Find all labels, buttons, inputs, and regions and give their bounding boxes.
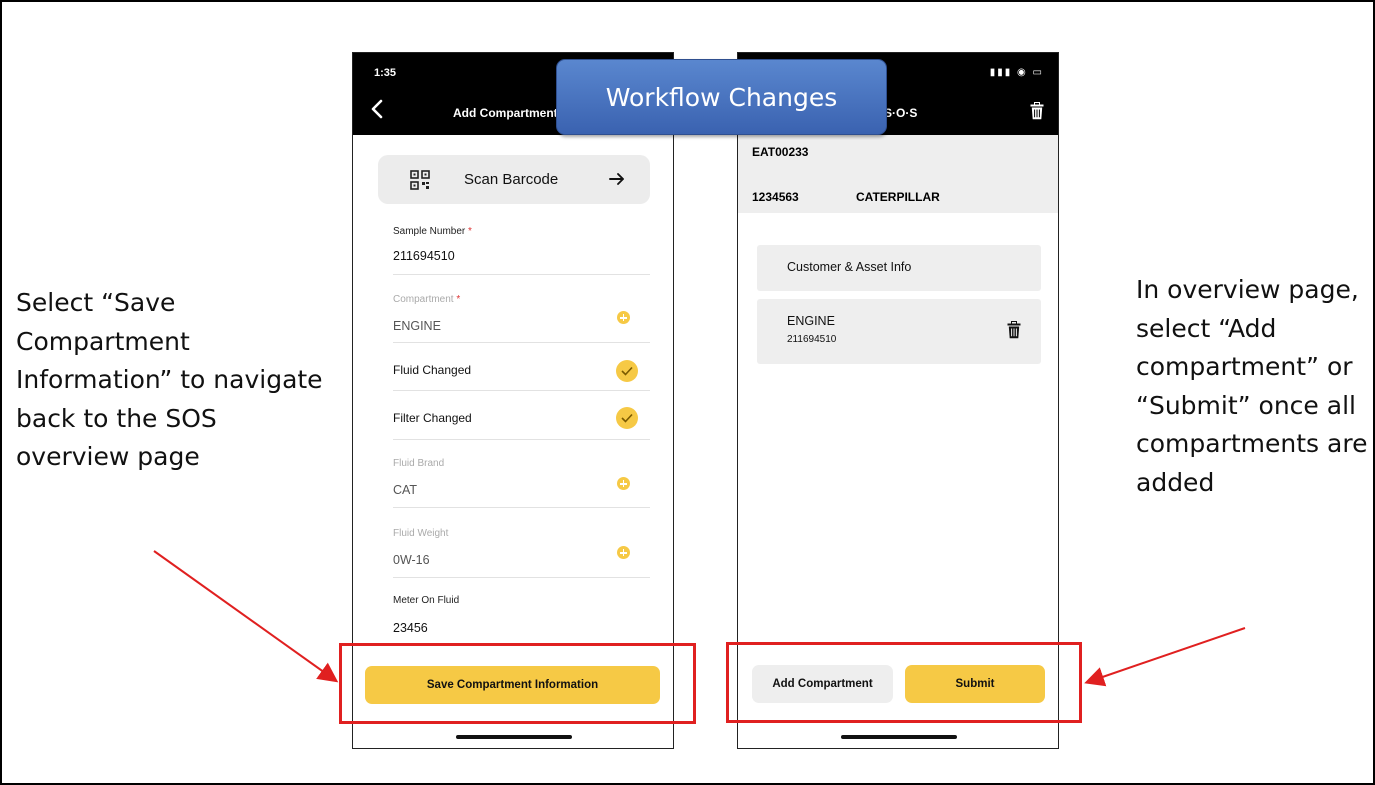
annotation-arrows [153,550,1246,687]
left-pointer-arrow [153,550,339,683]
right-pointer-arrow [1084,627,1246,687]
slide: Select “Save Compartment Information” to… [0,0,1375,785]
